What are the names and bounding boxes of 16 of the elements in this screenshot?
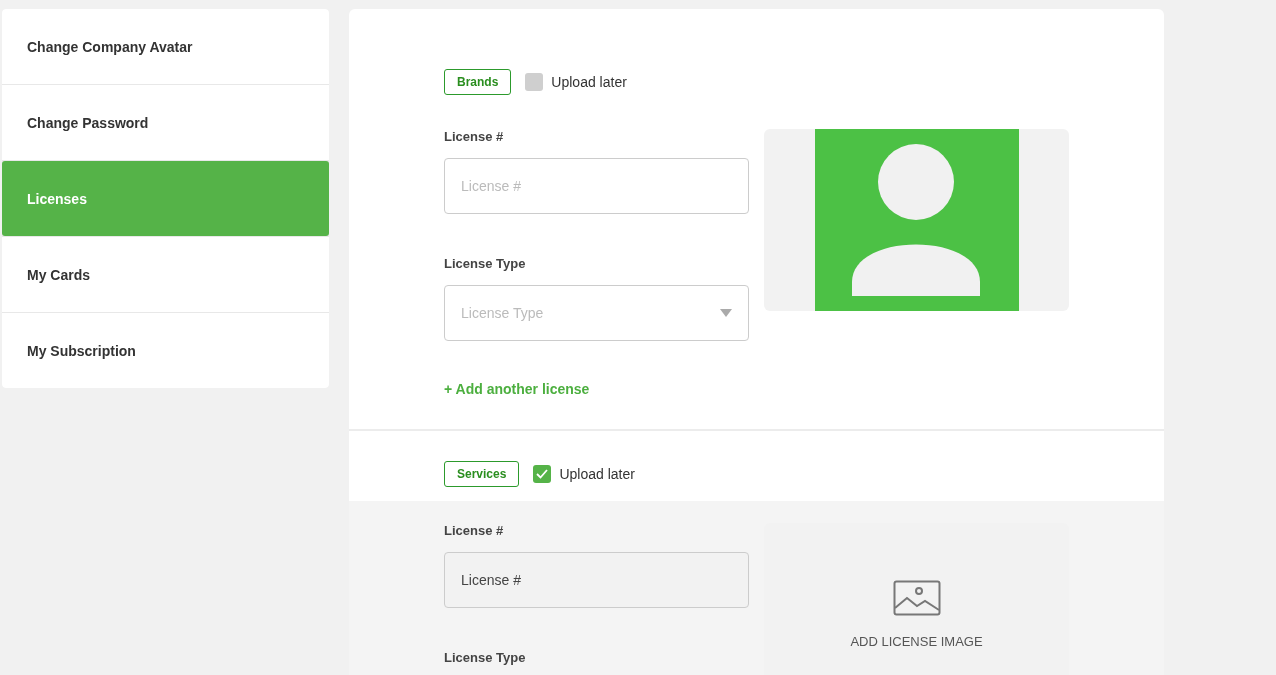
image-icon <box>892 579 941 616</box>
field-label: License # <box>444 129 505 144</box>
add-image-caption: ADD LICENSE IMAGE <box>850 633 983 649</box>
checkbox-label: Upload later <box>559 466 635 482</box>
category-tag: Brands <box>444 69 512 95</box>
checkbox-label: Upload later <box>551 74 627 90</box>
caret-icon <box>720 309 732 317</box>
sidebar-item[interactable]: Change Company Avatar <box>2 9 329 84</box>
field-label: License Type <box>444 650 527 665</box>
sidebar-item[interactable]: Change Password <box>2 85 329 160</box>
field-label: License # <box>444 523 505 538</box>
category-tag: Services <box>444 461 520 487</box>
checkbox[interactable] <box>525 73 544 91</box>
sidebar-item[interactable]: My Subscription <box>2 313 329 388</box>
field-label: License Type <box>444 256 527 271</box>
sidebar-item[interactable]: My Cards <box>2 237 329 312</box>
